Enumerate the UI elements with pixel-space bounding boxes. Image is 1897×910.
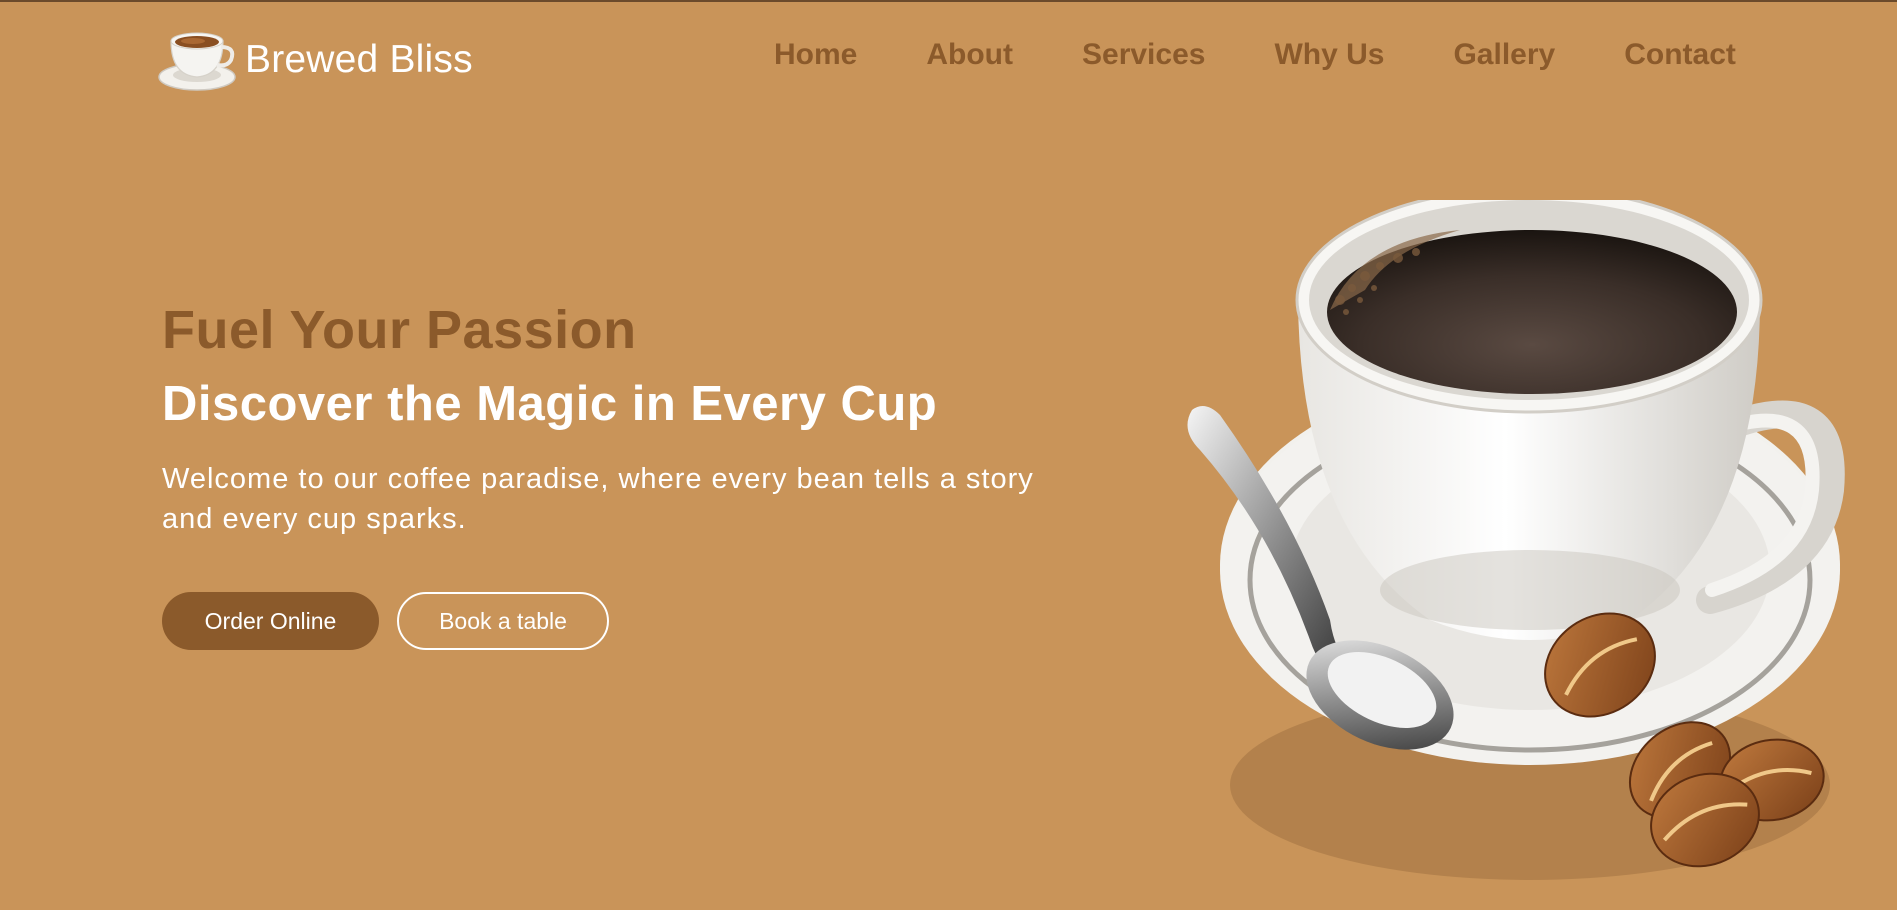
brand[interactable]: Brewed Bliss bbox=[157, 27, 473, 93]
nav-about[interactable]: About bbox=[926, 38, 1013, 72]
coffee-cup-with-spoon-and-beans-icon bbox=[1187, 200, 1845, 880]
nav-services[interactable]: Services bbox=[1082, 38, 1205, 72]
brand-name: Brewed Bliss bbox=[245, 38, 473, 81]
book-table-button[interactable]: Book a table bbox=[397, 592, 609, 650]
main-nav: Home About Services Why Us Gallery Conta… bbox=[774, 38, 1736, 72]
hero-headline: Discover the Magic in Every Cup bbox=[162, 377, 938, 431]
hero-buttons: Order Online Book a table bbox=[162, 592, 1062, 650]
nav-gallery[interactable]: Gallery bbox=[1453, 38, 1555, 72]
site-header: Brewed Bliss Home About Services Why Us … bbox=[0, 0, 1897, 120]
nav-home[interactable]: Home bbox=[774, 38, 857, 72]
coffee-cup-icon bbox=[158, 32, 236, 91]
order-online-button[interactable]: Order Online bbox=[162, 592, 379, 650]
hero-tagline: Fuel Your Passion bbox=[162, 300, 637, 360]
hero-section: Fuel Your Passion Discover the Magic in … bbox=[162, 296, 1062, 650]
nav-contact[interactable]: Contact bbox=[1624, 38, 1736, 72]
nav-why-us[interactable]: Why Us bbox=[1274, 38, 1384, 72]
hero-description: Welcome to our coffee paradise, where ev… bbox=[162, 463, 1034, 535]
